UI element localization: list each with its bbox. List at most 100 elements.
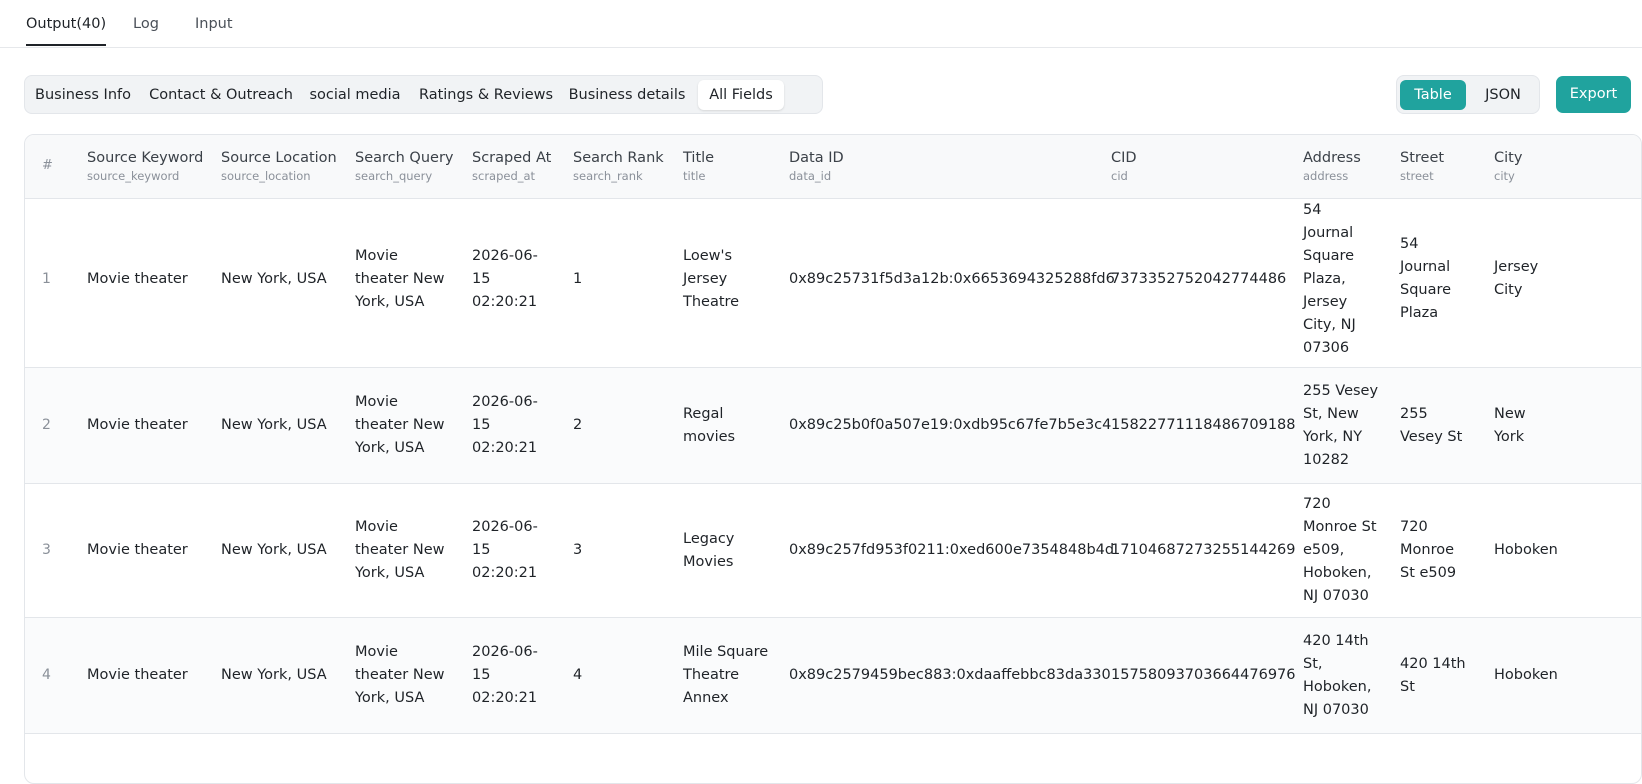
- cell-data-id: 0x89c2579459bec883:0xdaaffebbc83da330: [789, 667, 1111, 683]
- cell-source-location: New York, USA: [221, 270, 327, 287]
- cell-search-query: Movie theater New York, USA: [355, 394, 445, 456]
- cell-search-rank: 1: [573, 270, 583, 287]
- field-group-business-info[interactable]: Business Info: [29, 80, 137, 110]
- cell-address: 54 Journal Square Plaza, Jersey City, NJ 07306: [1303, 201, 1356, 356]
- view-mode-toggle: Table JSON: [1396, 75, 1540, 114]
- column-key: street: [1400, 169, 1434, 183]
- column-label: Data ID: [789, 150, 844, 166]
- cell-index: 1: [42, 270, 51, 287]
- cell-address: 420 14th St, Hoboken, NJ 07030: [1303, 632, 1372, 718]
- column-header-data-id[interactable]: Data ID data_id: [789, 149, 844, 185]
- column-label: Source Keyword: [87, 150, 204, 166]
- column-label: Title: [683, 150, 715, 166]
- cell-source-keyword: Movie theater: [87, 667, 188, 683]
- cell-data-id: 0x89c257fd953f0211:0xed600e7354848b4d: [789, 542, 1115, 558]
- cell-title: Legacy Movies: [683, 530, 735, 570]
- cell-data-id: 0x89c25731f5d3a12b:0x6653694325288fd6: [789, 270, 1115, 287]
- cell-street: 54 Journal Square Plaza: [1400, 236, 1452, 321]
- column-label: Scraped At: [472, 150, 552, 166]
- cell-index: 4: [42, 667, 51, 683]
- column-key: search_query: [355, 169, 433, 183]
- table-row[interactable]: 1 Movie theater New York, USA Movie theater …: [25, 191, 1641, 368]
- cell-source-keyword: Movie theater: [87, 270, 188, 287]
- cell-search-query: Movie theater New York, USA: [355, 247, 445, 310]
- column-label: #: [42, 158, 53, 173]
- column-key: title: [683, 169, 706, 183]
- cell-scraped-at: 2026-06- 15 02:20:21: [472, 394, 538, 456]
- tab-output[interactable]: Output(40): [26, 14, 107, 46]
- column-label: City: [1494, 150, 1523, 166]
- column-label: Search Rank: [573, 150, 664, 166]
- column-header-source-location[interactable]: Source Location source_location: [221, 149, 337, 185]
- field-group-ratings-reviews[interactable]: Ratings & Reviews: [417, 80, 555, 110]
- cell-source-keyword: Movie theater: [87, 417, 188, 433]
- column-header-street[interactable]: Street street: [1400, 149, 1444, 185]
- column-label: Search Query: [355, 150, 454, 166]
- cell-search-rank: 2: [573, 417, 583, 433]
- cell-city: Hoboken: [1494, 667, 1558, 683]
- column-header-index[interactable]: #: [42, 149, 53, 175]
- column-key: scraped_at: [472, 169, 536, 183]
- cell-address: 255 Vesey St, New York, NY 10282: [1303, 382, 1379, 468]
- column-header-scraped-at[interactable]: Scraped At scraped_at: [472, 149, 551, 185]
- cell-index: 3: [42, 542, 51, 558]
- column-header-title[interactable]: Title title: [683, 149, 714, 185]
- column-header-cid[interactable]: CID cid: [1111, 149, 1137, 185]
- cell-cid: 15758093703664476976: [1111, 667, 1296, 683]
- column-header-city[interactable]: City city: [1494, 149, 1522, 185]
- column-key: source_location: [221, 169, 311, 183]
- export-button[interactable]: Export: [1556, 76, 1631, 113]
- field-group-social-media[interactable]: social media: [303, 80, 407, 110]
- table-header: # Source Keyword source_keyword Source Loca…: [25, 135, 1641, 199]
- table-row[interactable]: 2 Movie theater New York, USA Movie theater …: [25, 368, 1641, 484]
- column-key: data_id: [789, 169, 832, 183]
- results-table: # Source Keyword source_keyword Source Loca…: [24, 134, 1642, 784]
- cell-index: 2: [42, 417, 51, 433]
- cell-cid: 7373352752042774486: [1111, 270, 1287, 287]
- column-header-address[interactable]: Address address: [1303, 149, 1361, 185]
- cell-scraped-at: 2026-06- 15 02:20:21: [472, 644, 538, 706]
- output-tabs: Output(40) Log Input: [0, 0, 1642, 48]
- cell-cid: 15822771118486709188: [1111, 417, 1296, 433]
- column-key: cid: [1111, 169, 1128, 183]
- cell-search-rank: 3: [573, 542, 583, 558]
- column-label: Source Location: [221, 150, 337, 166]
- cell-data-id: 0x89c25b0f0a507e19:0xdb95c67fe7b5e3c4: [789, 417, 1112, 433]
- column-header-source-keyword[interactable]: Source Keyword source_keyword: [87, 149, 203, 185]
- cell-source-location: New York, USA: [221, 417, 327, 433]
- cell-address: 720 Monroe St e509, Hoboken, NJ 07030: [1303, 496, 1377, 604]
- column-label: CID: [1111, 150, 1137, 166]
- cell-city: Hoboken: [1494, 542, 1558, 558]
- cell-search-query: Movie theater New York, USA: [355, 519, 445, 581]
- column-label: Address: [1303, 150, 1361, 166]
- cell-source-keyword: Movie theater: [87, 542, 188, 558]
- cell-title: Mile Square Theatre Annex: [683, 644, 769, 706]
- cell-street: 420 14th St: [1400, 655, 1466, 695]
- table-row[interactable]: 3 Movie theater New York, USA Movie theater …: [25, 484, 1641, 618]
- cell-scraped-at: 2026-06- 15 02:20:21: [472, 519, 538, 581]
- column-header-search-query[interactable]: Search Query search_query: [355, 149, 454, 185]
- column-key: search_rank: [573, 169, 643, 183]
- cell-title: Loew's Jersey Theatre: [683, 247, 740, 310]
- cell-scraped-at: 2026-06- 15 02:20:21: [472, 247, 538, 310]
- view-table-button[interactable]: Table: [1400, 80, 1466, 110]
- column-header-search-rank[interactable]: Search Rank search_rank: [573, 149, 664, 185]
- cell-search-query: Movie theater New York, USA: [355, 644, 445, 706]
- column-key: address: [1303, 169, 1349, 183]
- tab-input[interactable]: Input: [195, 14, 233, 34]
- cell-cid: 17104687273255144269: [1111, 542, 1296, 558]
- column-key: source_keyword: [87, 169, 180, 183]
- cell-source-location: New York, USA: [221, 542, 327, 558]
- view-json-button[interactable]: JSON: [1469, 80, 1537, 110]
- cell-street: 720 Monroe St e509: [1400, 519, 1457, 581]
- field-group-selector: Business Info Contact & Outreach social …: [24, 75, 823, 114]
- cell-city: Jersey City: [1494, 259, 1539, 298]
- field-group-business-details[interactable]: Business details: [565, 80, 689, 110]
- column-label: Street: [1400, 150, 1445, 166]
- tab-log[interactable]: Log: [133, 14, 159, 34]
- field-group-all-fields[interactable]: All Fields: [698, 80, 784, 110]
- field-group-contact-outreach[interactable]: Contact & Outreach: [143, 80, 299, 110]
- cell-search-rank: 4: [573, 667, 583, 683]
- table-row[interactable]: 4 Movie theater New York, USA Movie theater …: [25, 618, 1641, 734]
- cell-source-location: New York, USA: [221, 667, 327, 683]
